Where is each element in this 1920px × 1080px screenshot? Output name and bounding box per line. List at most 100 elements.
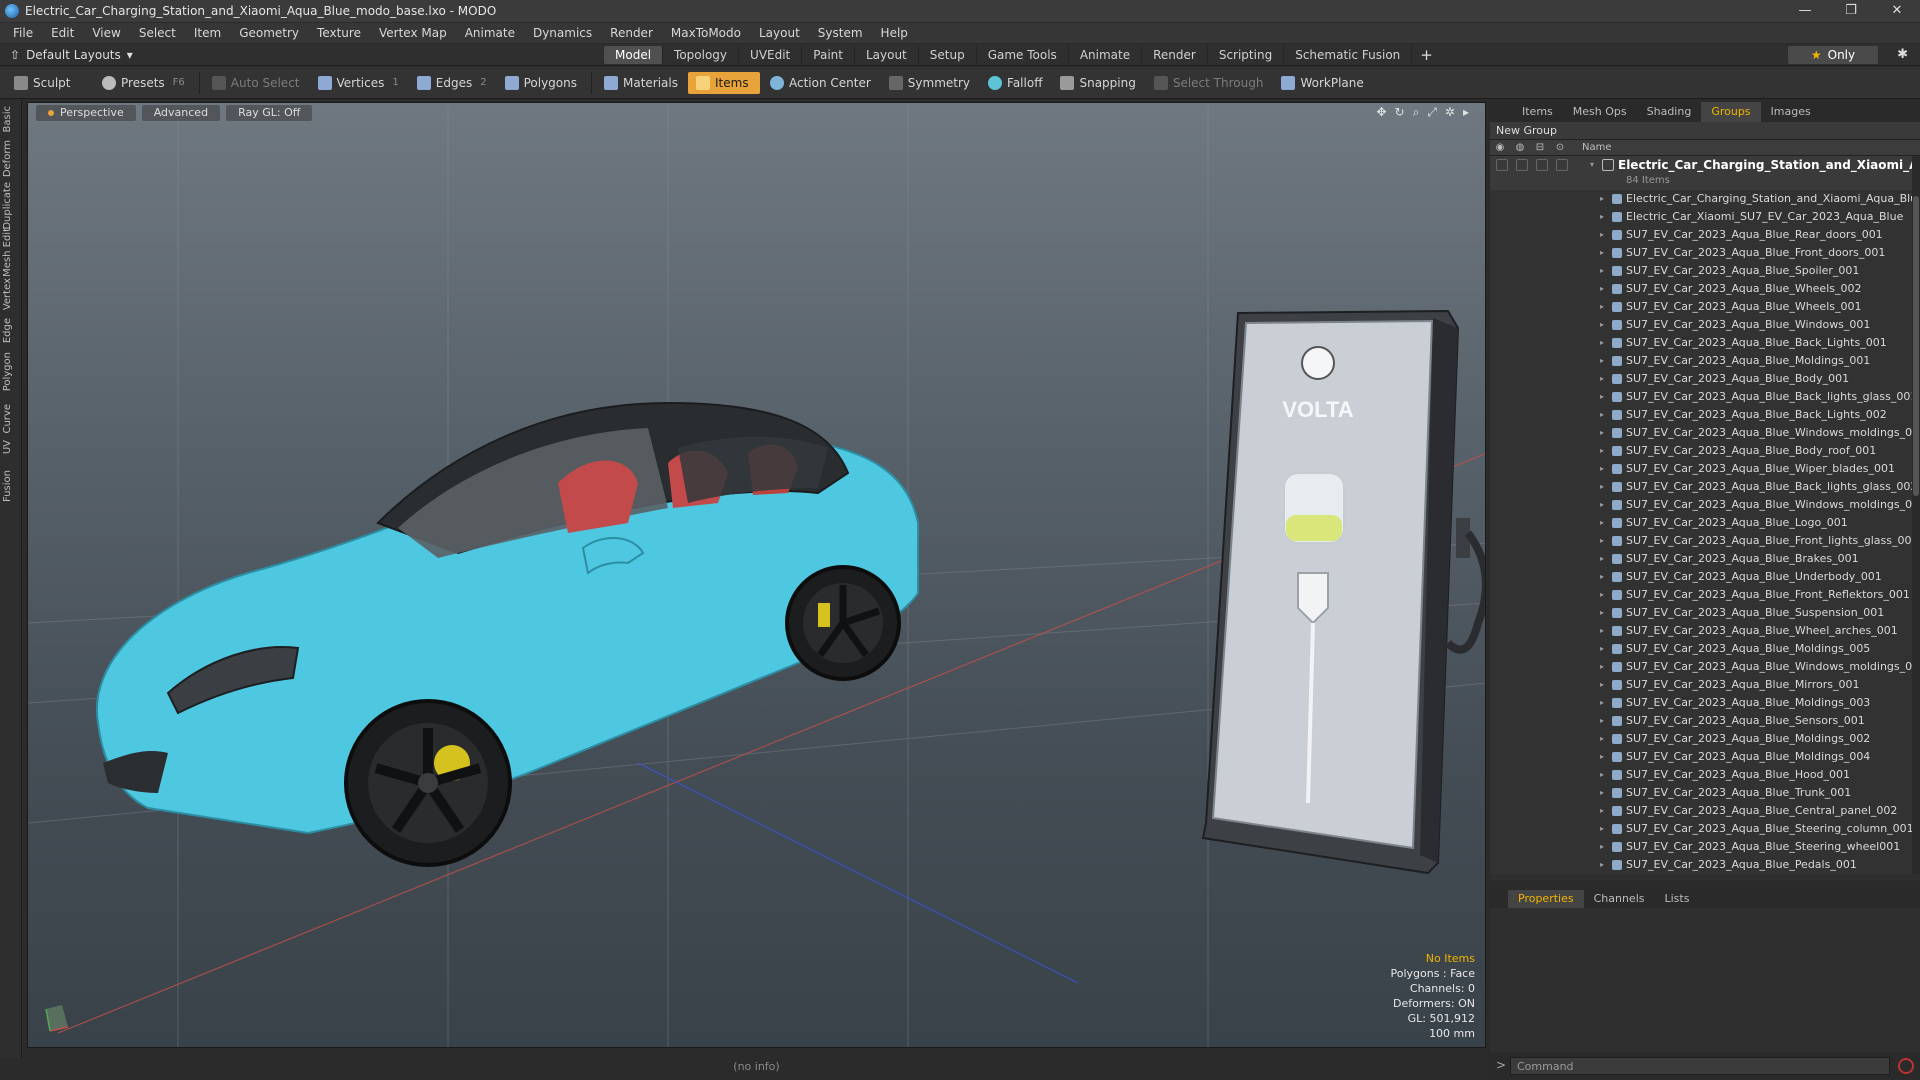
list-item[interactable]: ▸ SU7_EV_Car_2023_Aqua_Blue_Steering_whee… bbox=[1490, 838, 1920, 856]
list-item[interactable]: ▸ SU7_EV_Car_2023_Aqua_Blue_Moldings_002 bbox=[1490, 730, 1920, 748]
left-tab-basic[interactable]: Basic bbox=[2, 106, 20, 132]
close-button[interactable]: ✕ bbox=[1874, 0, 1920, 22]
layout-selector[interactable]: ⇧ Default Layouts ▾ bbox=[10, 46, 133, 64]
left-tab-polygon[interactable]: Polygon bbox=[2, 352, 20, 391]
list-item[interactable]: ▸ SU7_EV_Car_2023_Aqua_Blue_Wheels_002 bbox=[1490, 280, 1920, 298]
list-item[interactable]: ▸ SU7_EV_Car_2023_Aqua_Blue_Spoiler_001 bbox=[1490, 262, 1920, 280]
list-item[interactable]: ▸ SU7_EV_Car_2023_Aqua_Blue_Moldings_004 bbox=[1490, 748, 1920, 766]
list-item[interactable]: ▸ SU7_EV_Car_2023_Aqua_Blue_Back_Lights_0… bbox=[1490, 406, 1920, 424]
list-item[interactable]: ▸ SU7_EV_Car_2023_Aqua_Blue_Sensors_001 bbox=[1490, 712, 1920, 730]
list-item[interactable]: ▸ SU7_EV_Car_2023_Aqua_Blue_Back_Lights_0… bbox=[1490, 334, 1920, 352]
items-button[interactable]: Items bbox=[688, 71, 760, 94]
snapping-button[interactable]: Snapping bbox=[1052, 72, 1143, 94]
expand-arrow-icon[interactable]: ▸ bbox=[1600, 424, 1604, 442]
perspective-button[interactable]: Perspective bbox=[36, 105, 136, 121]
expand-arrow-icon[interactable]: ▸ bbox=[1600, 298, 1604, 316]
props-tab-channels[interactable]: Channels bbox=[1584, 890, 1655, 908]
menu-item-maxtomodo[interactable]: MaxToModo bbox=[662, 23, 750, 43]
left-tab-mesh-edit[interactable]: Mesh Edit bbox=[2, 228, 20, 277]
expand-arrow-icon[interactable]: ▸ bbox=[1600, 460, 1604, 478]
expand-arrow-icon[interactable]: ▸ bbox=[1600, 730, 1604, 748]
layout-tab-layout[interactable]: Layout bbox=[855, 46, 919, 64]
select-column-icon[interactable]: ⊙ bbox=[1550, 142, 1570, 153]
list-item[interactable]: ▸ SU7_EV_Car_2023_Aqua_Blue_Back_lights_g… bbox=[1490, 478, 1920, 496]
maximize-button[interactable]: ❐ bbox=[1828, 0, 1874, 22]
expand-arrow-icon[interactable]: ▸ bbox=[1600, 478, 1604, 496]
list-item[interactable]: ▸ SU7_EV_Car_2023_Aqua_Blue_Body_roof_001 bbox=[1490, 442, 1920, 460]
command-history-icon[interactable] bbox=[1898, 1058, 1914, 1074]
add-layout-tab-icon[interactable]: + bbox=[1412, 46, 1441, 64]
menu-item-vertex-map[interactable]: Vertex Map bbox=[370, 23, 456, 43]
list-item[interactable]: ▸ SU7_EV_Car_2023_Aqua_Blue_Back_lights_g… bbox=[1490, 388, 1920, 406]
expand-arrow-icon[interactable]: ▸ bbox=[1600, 856, 1604, 874]
list-item[interactable]: ▸ SU7_EV_Car_2023_Aqua_Blue_Windows_moldi… bbox=[1490, 424, 1920, 442]
only-toggle[interactable]: ★ Only bbox=[1788, 46, 1878, 64]
list-item[interactable]: ▸ SU7_EV_Car_2023_Aqua_Blue_Trunk_001 bbox=[1490, 784, 1920, 802]
panel-tab-shading[interactable]: Shading bbox=[1637, 102, 1702, 122]
layout-tab-paint[interactable]: Paint bbox=[802, 46, 855, 64]
scrollbar-thumb[interactable] bbox=[1913, 196, 1919, 496]
expand-arrow-icon[interactable]: ▸ bbox=[1600, 262, 1604, 280]
group-select-toggle[interactable] bbox=[1556, 159, 1568, 171]
list-item[interactable]: ▸ SU7_EV_Car_2023_Aqua_Blue_Brakes_001 bbox=[1490, 550, 1920, 568]
list-item[interactable]: ▸ SU7_EV_Car_2023_Aqua_Blue_Wheel_arches_… bbox=[1490, 622, 1920, 640]
layout-tab-topology[interactable]: Topology bbox=[663, 46, 740, 64]
expand-arrow-icon[interactable]: ▸ bbox=[1600, 640, 1604, 658]
layout-tab-setup[interactable]: Setup bbox=[919, 46, 977, 64]
expand-arrow-icon[interactable]: ▸ bbox=[1600, 244, 1604, 262]
viewport-settings-icon[interactable]: ✲ bbox=[1445, 105, 1455, 120]
3d-viewport[interactable]: VOLTA Perspective Advanced Ray GL: Off ✥… bbox=[27, 102, 1486, 1048]
menu-item-view[interactable]: View bbox=[83, 23, 129, 43]
expand-arrow-icon[interactable]: ▸ bbox=[1600, 442, 1604, 460]
menu-item-select[interactable]: Select bbox=[130, 23, 185, 43]
expand-arrow-icon[interactable]: ▸ bbox=[1600, 334, 1604, 352]
expand-arrow-icon[interactable]: ▸ bbox=[1600, 622, 1604, 640]
menu-item-system[interactable]: System bbox=[809, 23, 872, 43]
list-item[interactable]: ▸ SU7_EV_Car_2023_Aqua_Blue_Wiper_blades_… bbox=[1490, 460, 1920, 478]
expand-arrow-icon[interactable]: ▸ bbox=[1600, 370, 1604, 388]
expand-arrow-icon[interactable]: ▸ bbox=[1600, 712, 1604, 730]
group-render-toggle[interactable] bbox=[1516, 159, 1528, 171]
expand-arrow-icon[interactable]: ▸ bbox=[1600, 406, 1604, 424]
shading-button[interactable]: Advanced bbox=[141, 105, 221, 121]
list-item[interactable]: ▸ SU7_EV_Car_2023_Aqua_Blue_Suspension_00… bbox=[1490, 604, 1920, 622]
expand-arrow-icon[interactable]: ▸ bbox=[1600, 820, 1604, 838]
list-item[interactable]: ▸ SU7_EV_Car_2023_Aqua_Blue_Windows_moldi… bbox=[1490, 496, 1920, 514]
list-item[interactable]: ▸ SU7_EV_Car_2023_Aqua_Blue_Central_panel… bbox=[1490, 802, 1920, 820]
presets-button[interactable]: Presets F6 bbox=[94, 72, 193, 94]
expand-arrow-icon[interactable]: ▾ bbox=[1590, 156, 1594, 174]
command-input[interactable] bbox=[1510, 1057, 1890, 1075]
render-column-icon[interactable]: ◍ bbox=[1510, 142, 1530, 153]
expand-arrow-icon[interactable]: ▸ bbox=[1600, 604, 1604, 622]
menu-item-geometry[interactable]: Geometry bbox=[230, 23, 308, 43]
menu-item-edit[interactable]: Edit bbox=[42, 23, 83, 43]
menu-item-file[interactable]: File bbox=[4, 23, 42, 43]
expand-arrow-icon[interactable]: ▸ bbox=[1600, 658, 1604, 676]
rotate-icon[interactable]: ↻ bbox=[1395, 105, 1405, 120]
layout-tab-scripting[interactable]: Scripting bbox=[1208, 46, 1285, 64]
left-tab-uv[interactable]: UV bbox=[2, 440, 20, 454]
auto-select-button[interactable]: Auto Select bbox=[204, 72, 308, 94]
left-tab-duplicate[interactable]: Duplicate bbox=[2, 182, 20, 230]
menu-item-item[interactable]: Item bbox=[185, 23, 230, 43]
expand-arrow-icon[interactable]: ▸ bbox=[1600, 766, 1604, 784]
expand-arrow-icon[interactable]: ▸ bbox=[1600, 280, 1604, 298]
symmetry-button[interactable]: Symmetry bbox=[881, 72, 978, 94]
list-item[interactable]: ▸ SU7_EV_Car_2023_Aqua_Blue_Moldings_003 bbox=[1490, 694, 1920, 712]
menu-item-render[interactable]: Render bbox=[601, 23, 662, 43]
menu-item-animate[interactable]: Animate bbox=[456, 23, 524, 43]
visibility-column-icon[interactable]: ◉ bbox=[1490, 142, 1510, 153]
list-item[interactable]: ▸ Electric_Car_Charging_Station_and_Xiaom… bbox=[1490, 190, 1920, 208]
panel-tab-items[interactable]: Items bbox=[1512, 102, 1563, 122]
pan-icon[interactable]: ✥ bbox=[1376, 105, 1386, 120]
expand-arrow-icon[interactable]: ▸ bbox=[1600, 694, 1604, 712]
left-tab-deform[interactable]: Deform bbox=[2, 140, 20, 177]
list-item[interactable]: ▸ SU7_EV_Car_2023_Aqua_Blue_Rear_doors_00… bbox=[1490, 226, 1920, 244]
layout-tab-game-tools[interactable]: Game Tools bbox=[977, 46, 1069, 64]
viewport-menu-icon[interactable]: ▸ bbox=[1463, 105, 1469, 120]
materials-button[interactable]: Materials bbox=[596, 72, 686, 94]
zoom-icon[interactable]: ⌕ bbox=[1413, 105, 1420, 120]
expand-arrow-icon[interactable]: ▸ bbox=[1600, 208, 1604, 226]
left-tab-fusion[interactable]: Fusion bbox=[2, 470, 20, 502]
list-scrollbar[interactable] bbox=[1912, 156, 1920, 874]
